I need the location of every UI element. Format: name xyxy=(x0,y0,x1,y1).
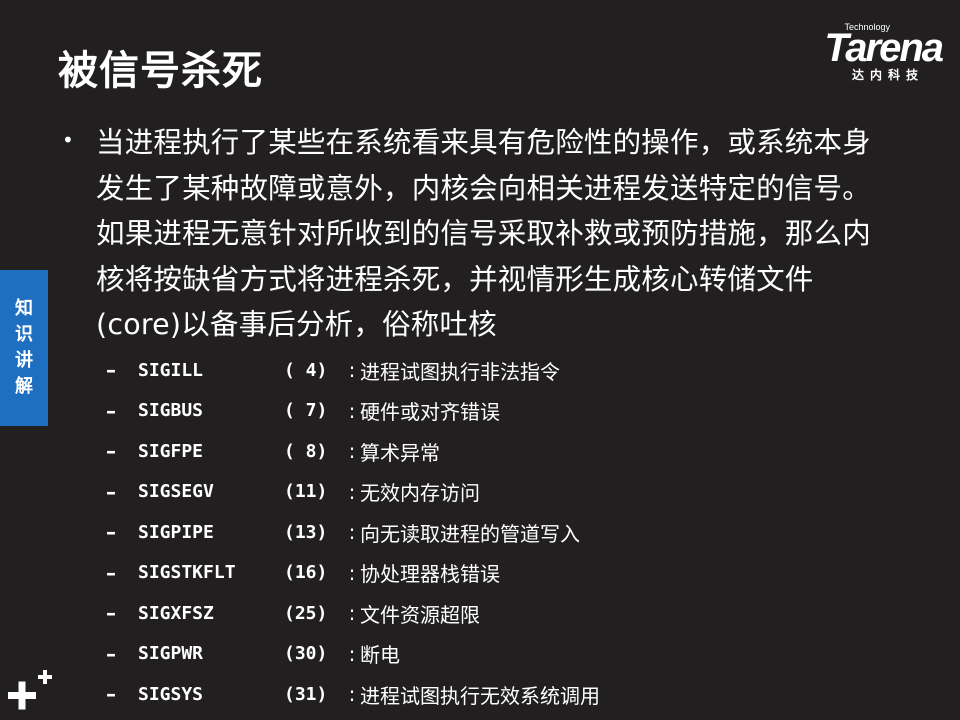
logo-cn: 达内科技 xyxy=(851,68,924,82)
signal-number: (16) xyxy=(284,562,328,584)
signal-colon: : xyxy=(348,520,356,545)
signal-number: (11) xyxy=(284,481,328,503)
dash: – xyxy=(106,479,116,504)
signal-desc: 协处理器栈错误 xyxy=(360,562,500,587)
signal-colon: : xyxy=(348,358,356,383)
signal-item: – SIGFPE ( 8) : 算术异常 xyxy=(106,431,600,472)
signal-colon: : xyxy=(348,641,356,666)
signal-name: SIGSTKFLT xyxy=(138,562,236,584)
signal-desc: 硬件或对齐错误 xyxy=(360,400,500,425)
dash: – xyxy=(106,560,116,585)
signal-item: – SIGSEGV (11) : 无效内存访问 xyxy=(106,472,600,513)
signal-list: – SIGILL ( 4) : 进程试图执行非法指令 – SIGBUS ( 7)… xyxy=(106,350,600,715)
signal-name: SIGSYS xyxy=(138,683,204,705)
signal-item: – SIGPWR (30) : 断电 xyxy=(106,634,600,675)
signal-number: (25) xyxy=(284,602,328,624)
signal-desc: 算术异常 xyxy=(360,440,440,465)
signal-desc: 进程试图执行非法指令 xyxy=(360,359,560,384)
logo-brand: Tarena xyxy=(824,26,944,70)
signal-item: – SIGSTKFLT (16) : 协处理器栈错误 xyxy=(106,553,600,594)
signal-name: SIGILL xyxy=(138,359,204,381)
signal-item: – SIGSYS (31) : 进程试图执行无效系统调用 xyxy=(106,674,600,715)
dash: – xyxy=(106,641,116,666)
signal-name: SIGXFSZ xyxy=(138,602,214,624)
signal-colon: : xyxy=(348,682,356,707)
dash: – xyxy=(106,601,116,626)
signal-item: – SIGILL ( 4) : 进程试图执行非法指令 xyxy=(106,350,600,391)
signal-name: SIGPWR xyxy=(138,643,204,665)
signal-colon: : xyxy=(348,479,356,504)
side-tab: 知 识 讲 解 xyxy=(0,270,48,426)
signal-colon: : xyxy=(348,560,356,585)
signal-name: SIGPIPE xyxy=(138,521,214,543)
dash: – xyxy=(106,398,116,423)
dash: – xyxy=(106,358,116,383)
signal-name: SIGFPE xyxy=(138,440,204,462)
signal-number: (30) xyxy=(284,643,328,665)
bullet-dot: • xyxy=(62,128,74,152)
signal-number: ( 4) xyxy=(284,359,328,381)
signal-desc: 文件资源超限 xyxy=(360,602,480,627)
bullet-text: 当进程执行了某些在系统看来具有危险性的操作，或系统本身发生了某种故障或意外，内核… xyxy=(96,126,871,341)
dash: – xyxy=(106,682,116,707)
signal-number: (31) xyxy=(284,683,328,705)
signal-desc: 断电 xyxy=(360,643,400,668)
signal-number: (13) xyxy=(284,521,328,543)
signal-number: ( 7) xyxy=(284,400,328,422)
signal-name: SIGBUS xyxy=(138,400,204,422)
signal-colon: : xyxy=(348,601,356,626)
slide-title: 被信号杀死 xyxy=(58,48,263,94)
signal-colon: : xyxy=(348,439,356,464)
tarena-logo: Technology Tarena 达内科技 xyxy=(772,22,944,84)
signal-desc: 无效内存访问 xyxy=(360,481,480,506)
signal-item: – SIGBUS ( 7) : 硬件或对齐错误 xyxy=(106,391,600,432)
signal-colon: : xyxy=(348,398,356,423)
signal-desc: 进程试图执行无效系统调用 xyxy=(360,683,600,708)
bullet-block: • 当进程执行了某些在系统看来具有危险性的操作，或系统本身发生了某种故障或意外，… xyxy=(62,120,882,348)
dash: – xyxy=(106,439,116,464)
signal-desc: 向无读取进程的管道写入 xyxy=(360,521,580,546)
side-tab-label: 知 识 讲 解 xyxy=(15,298,33,397)
signal-number: ( 8) xyxy=(284,440,328,462)
plus-icon xyxy=(8,670,52,710)
signal-name: SIGSEGV xyxy=(138,481,214,503)
dash: – xyxy=(106,520,116,545)
signal-item: – SIGXFSZ (25) : 文件资源超限 xyxy=(106,593,600,634)
signal-item: – SIGPIPE (13) : 向无读取进程的管道写入 xyxy=(106,512,600,553)
